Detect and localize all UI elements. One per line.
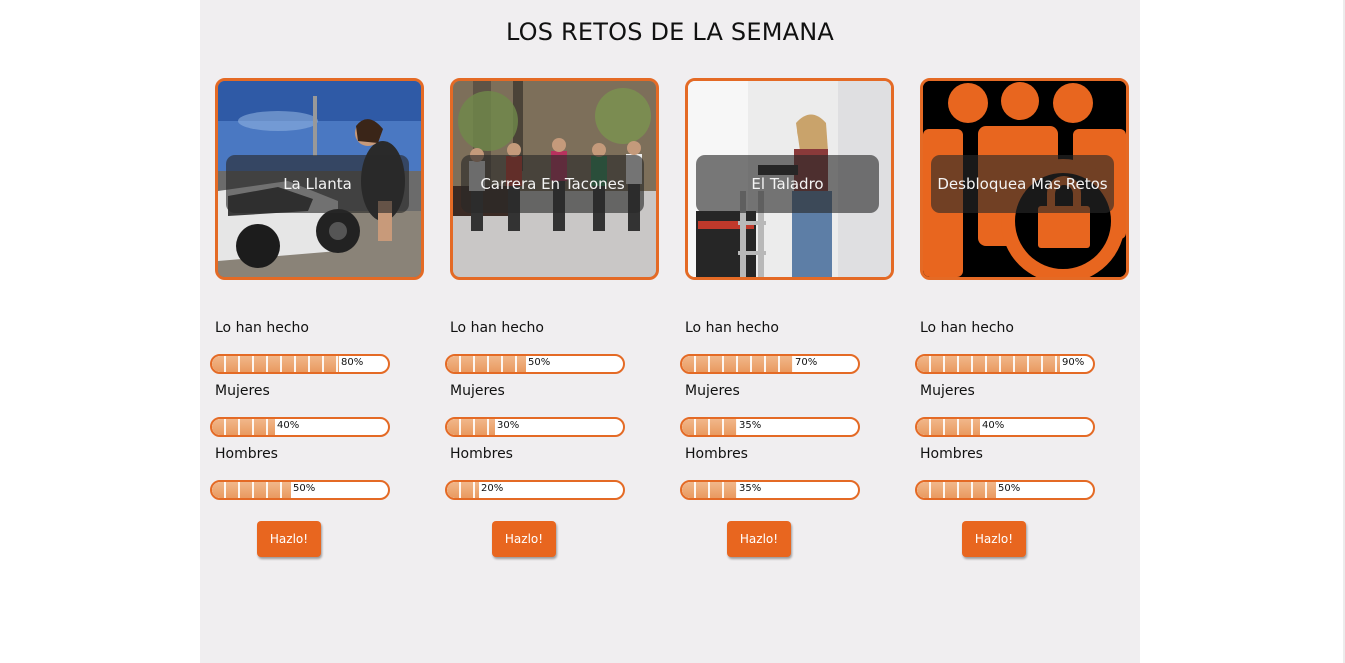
page-title: LOS RETOS DE LA SEMANA (505, 18, 835, 46)
challenge-title: La Llanta (226, 155, 409, 213)
progress-fill (447, 356, 526, 372)
progress-value: 50% (528, 357, 551, 368)
progress-value: 35% (739, 483, 762, 494)
challenge-card-el-taladro[interactable]: El Taladro (685, 78, 894, 280)
progress-bar-women (445, 417, 625, 437)
progress-value: 70% (795, 357, 818, 368)
stat-label-men: Hombres (215, 446, 278, 462)
progress-fill (917, 419, 980, 435)
stat-label-women: Mujeres (450, 383, 505, 399)
progress-bar-men (445, 480, 625, 500)
stat-label-men: Hombres (685, 446, 748, 462)
progress-value: 90% (1062, 357, 1085, 368)
progress-fill (917, 482, 996, 498)
hazlo-button[interactable]: Hazlo! (492, 521, 556, 557)
stat-label-women: Mujeres (685, 383, 740, 399)
progress-fill (447, 482, 479, 498)
stat-label-done: Lo han hecho (920, 320, 1014, 336)
stat-label-women: Mujeres (215, 383, 270, 399)
challenge-title: Desbloquea Mas Retos (931, 155, 1114, 213)
progress-value: 35% (739, 420, 762, 431)
progress-value: 50% (293, 483, 316, 494)
progress-fill (447, 419, 495, 435)
content-panel: LOS RETOS DE LA SEMANA La Llanta Carrera… (200, 0, 1140, 663)
challenge-card-la-llanta[interactable]: La Llanta (215, 78, 424, 280)
progress-bar-men (680, 480, 860, 500)
stat-label-done: Lo han hecho (685, 320, 779, 336)
progress-value: 40% (277, 420, 300, 431)
progress-value: 50% (998, 483, 1021, 494)
progress-value: 20% (481, 483, 504, 494)
hazlo-button[interactable]: Hazlo! (257, 521, 321, 557)
progress-value: 30% (497, 420, 520, 431)
progress-fill (682, 482, 737, 498)
progress-bar-women (680, 417, 860, 437)
progress-fill (212, 356, 339, 372)
progress-fill (212, 482, 291, 498)
stat-label-women: Mujeres (920, 383, 975, 399)
stat-label-men: Hombres (920, 446, 983, 462)
progress-value: 40% (982, 420, 1005, 431)
progress-fill (682, 356, 793, 372)
progress-fill (682, 419, 737, 435)
progress-fill (212, 419, 275, 435)
stat-label-done: Lo han hecho (450, 320, 544, 336)
progress-fill (917, 356, 1060, 372)
stat-label-men: Hombres (450, 446, 513, 462)
challenge-title: El Taladro (696, 155, 879, 213)
challenge-card-desbloquea-mas-retos[interactable]: Desbloquea Mas Retos (920, 78, 1129, 280)
stat-label-done: Lo han hecho (215, 320, 309, 336)
progress-bar-women (210, 417, 390, 437)
progress-value: 80% (341, 357, 364, 368)
challenge-card-carrera-en-tacones[interactable]: Carrera En Tacones (450, 78, 659, 280)
challenge-title: Carrera En Tacones (461, 155, 644, 213)
progress-bar-done (680, 354, 860, 374)
hazlo-button[interactable]: Hazlo! (962, 521, 1026, 557)
progress-bar-women (915, 417, 1095, 437)
hazlo-button[interactable]: Hazlo! (727, 521, 791, 557)
